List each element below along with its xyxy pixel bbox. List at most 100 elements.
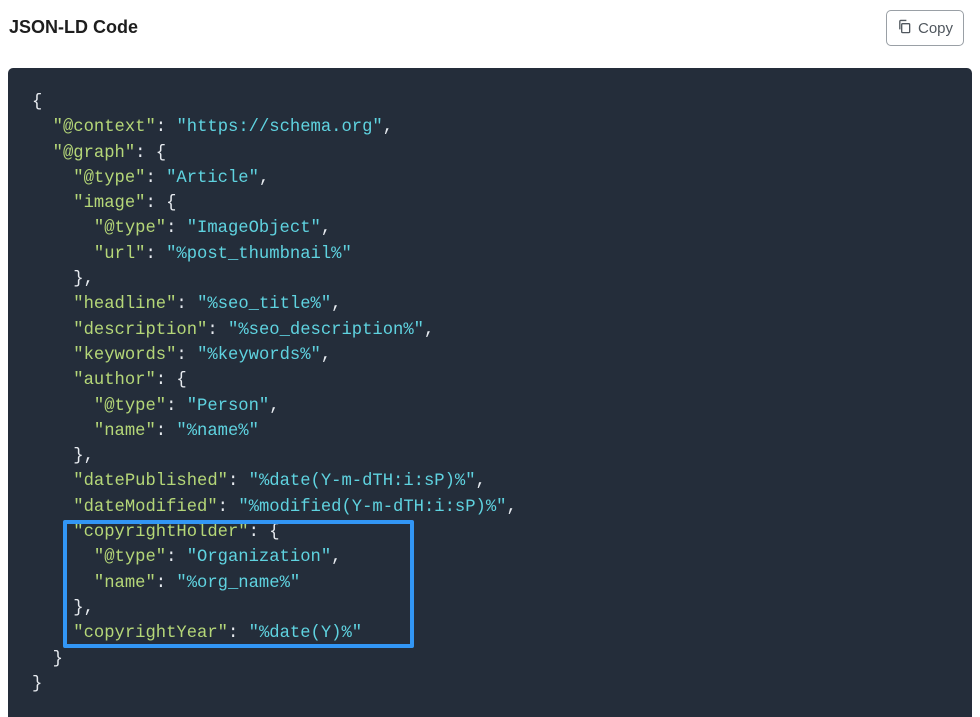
code-punctuation [32, 498, 73, 517]
code-key: "@graph" [52, 143, 136, 163]
code-punctuation: , [320, 219, 332, 239]
code-string: "https://schema.org" [176, 118, 383, 138]
code-line: "@type": "Article", [32, 169, 269, 188]
code-punctuation: : [155, 573, 177, 593]
code-string: "ImageObject" [186, 219, 321, 239]
copy-button[interactable]: Copy [886, 10, 964, 46]
code-key: "url" [93, 244, 146, 264]
code-punctuation: , [506, 497, 517, 517]
code-punctuation [32, 422, 94, 441]
code-key: "name" [93, 573, 156, 593]
code-punctuation [32, 371, 73, 390]
code-punctuation: }, [32, 447, 94, 467]
code-punctuation: }, [32, 598, 94, 618]
code-punctuation [32, 523, 73, 542]
code-punctuation [32, 295, 73, 314]
code-string: "Person" [186, 396, 270, 416]
code-line: "keywords": "%keywords%", [32, 346, 331, 365]
code-punctuation: : [155, 421, 177, 441]
code-punctuation: , [331, 548, 342, 568]
code-punctuation [32, 574, 94, 593]
code-string: "%seo_title%" [197, 295, 332, 315]
code-line: }, [32, 447, 94, 466]
code-key: "image" [73, 194, 146, 214]
copy-icon [897, 19, 912, 38]
code-line: "@type": "Organization", [32, 548, 342, 568]
code-line: "headline": "%seo_title%", [32, 295, 341, 314]
code-punctuation [32, 397, 94, 416]
code-string: "%date(Y)%" [248, 624, 363, 644]
code-punctuation [32, 169, 73, 188]
code-key: "datePublished" [73, 472, 228, 492]
code-line: "@type": "Person", [32, 397, 280, 416]
code-punctuation [32, 624, 73, 643]
code-key: "@type" [93, 219, 167, 239]
code-line: "description": "%seo_description%", [32, 321, 434, 340]
code-punctuation: : { [248, 523, 280, 543]
code-punctuation: , [475, 472, 486, 492]
code-string: "%name%" [176, 421, 259, 441]
code-string: "%org_name%" [176, 573, 301, 593]
code-key: "@type" [93, 396, 167, 416]
code-punctuation [32, 346, 73, 365]
code-line: }, [32, 599, 94, 618]
code-key: "@type" [93, 548, 167, 568]
code-punctuation: } [32, 649, 63, 669]
code-key: "author" [73, 371, 156, 391]
code-string: "Article" [166, 168, 259, 188]
section-title: JSON-LD Code [9, 17, 139, 37]
code-line: "name": "%org_name%" [32, 574, 300, 593]
code-string: "%date(Y-m-dTH:i:sP)%" [248, 472, 476, 492]
code-punctuation: } [32, 674, 43, 694]
code-line: { [32, 93, 42, 112]
code-line: "name": "%name%" [32, 422, 259, 441]
code-punctuation: : [166, 396, 187, 416]
code-punctuation: : [145, 244, 167, 264]
code-punctuation: : { [155, 371, 187, 391]
code-punctuation: : [207, 320, 228, 340]
code-punctuation: : [176, 345, 198, 365]
code-punctuation: : { [145, 194, 177, 214]
code-string: "%keywords%" [197, 345, 321, 365]
code-punctuation [32, 245, 94, 264]
code-key: "@context" [52, 118, 156, 138]
code-punctuation [32, 472, 73, 491]
code-line: "datePublished": "%date(Y-m-dTH:i:sP)%", [32, 472, 486, 491]
code-line: } [32, 675, 42, 694]
code-line: } [32, 650, 63, 669]
code-punctuation: : [166, 219, 187, 239]
code-line: "image": { [32, 194, 176, 213]
code-key: "copyrightHolder" [73, 523, 249, 543]
code-string: "%seo_description%" [228, 320, 424, 340]
code-punctuation: : [227, 472, 249, 492]
code-line: }, [32, 270, 94, 289]
code-line: "@context": "https://schema.org", [32, 118, 393, 137]
code-key: "@type" [73, 168, 146, 188]
code-line: "author": { [32, 371, 187, 391]
code-line: "copyrightYear": "%date(Y)%" [32, 624, 362, 643]
code-block: { "@context": "https://schema.org", "@gr… [8, 68, 972, 717]
code-punctuation: , [423, 320, 435, 340]
code-punctuation [32, 321, 73, 340]
code-punctuation: : [227, 624, 249, 644]
code-line: "copyrightHolder": { [32, 523, 280, 543]
code-key: "copyrightYear" [73, 624, 228, 644]
code-line: "@type": "ImageObject", [32, 219, 331, 238]
code-key: "keywords" [73, 345, 177, 365]
code-key: "headline" [73, 295, 177, 315]
code-punctuation [32, 219, 94, 238]
code-punctuation: : [145, 168, 167, 188]
code-string: "%modified(Y-m-dTH:i:sP)%" [238, 497, 507, 517]
code-punctuation: : [217, 497, 239, 517]
code-key: "dateModified" [73, 497, 218, 517]
code-punctuation: : { [135, 143, 167, 163]
code-line: "dateModified": "%modified(Y-m-dTH:i:sP)… [32, 498, 517, 517]
code-punctuation [32, 118, 53, 137]
code-punctuation [32, 548, 94, 567]
code-punctuation [32, 194, 73, 213]
code-key: "description" [73, 320, 208, 340]
code-line: "url": "%post_thumbnail%" [32, 245, 352, 264]
code-punctuation: : [176, 295, 198, 315]
code-punctuation: }, [32, 270, 94, 290]
code-punctuation [32, 144, 53, 163]
